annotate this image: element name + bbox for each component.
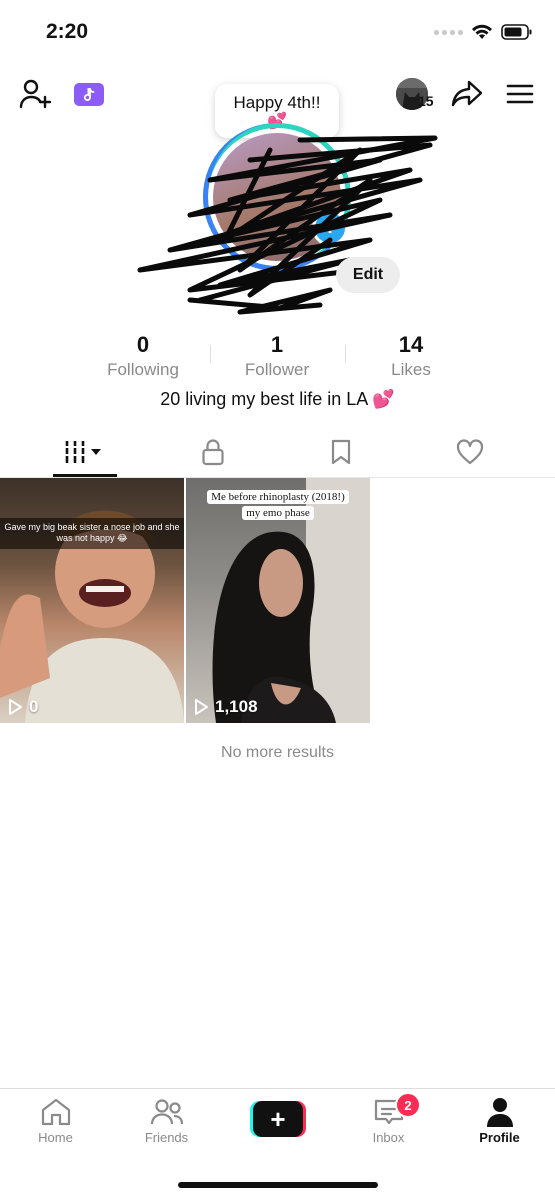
heart-icon — [456, 439, 484, 465]
following-label: Following — [107, 360, 179, 379]
video-caption: Gave my big beak sister a nose job and s… — [0, 518, 184, 549]
add-friend-button[interactable] — [18, 78, 52, 110]
bookmark-icon — [331, 439, 351, 465]
caption-line-2: my emo phase — [242, 506, 314, 520]
video-views: 0 — [6, 697, 38, 717]
redaction-scribble — [137, 135, 438, 315]
bio-emoji: 💕 — [372, 389, 395, 409]
note-text: Happy 4th!! — [233, 93, 321, 112]
nav-profile-label: Profile — [479, 1130, 520, 1145]
menu-button[interactable] — [503, 80, 537, 108]
wifi-icon — [472, 24, 492, 39]
tab-liked[interactable] — [401, 430, 539, 474]
nav-inbox-label: Inbox — [372, 1130, 405, 1145]
friends-icon — [150, 1099, 183, 1125]
followers-label: Follower — [244, 360, 310, 379]
play-icon — [9, 699, 22, 715]
inbox-badge: 2 — [395, 1092, 421, 1118]
create-button[interactable]: + — [250, 1101, 306, 1137]
status-time: 2:20 — [46, 20, 89, 43]
active-tab-indicator — [53, 474, 117, 477]
home-indicator — [178, 1182, 378, 1188]
creator-ticket-button[interactable] — [74, 83, 104, 106]
create-plus-icon: + — [253, 1101, 303, 1137]
nav-profile[interactable]: Profile — [444, 1097, 555, 1145]
profile-tabs — [0, 430, 555, 475]
video-views: 1,108 — [192, 697, 258, 717]
share-profile-button[interactable] — [450, 78, 484, 110]
video-caption: Me before rhinoplasty (2018!) my emo pha… — [196, 490, 360, 522]
profile-icon — [486, 1098, 513, 1127]
video-thumbnail[interactable]: Gave my big beak sister a nose job and s… — [0, 478, 184, 723]
stat-divider — [345, 345, 346, 363]
likes-count: 14 — [398, 332, 424, 357]
nav-friends-label: Friends — [144, 1130, 189, 1145]
videos-grid-icon — [65, 441, 101, 463]
stat-likes: 14 Likes — [351, 332, 471, 380]
likes-label: Likes — [391, 360, 431, 379]
share-arrow-icon — [451, 80, 483, 107]
followers-count: 1 — [270, 332, 284, 357]
view-count: 0 — [29, 697, 39, 716]
stat-divider — [210, 345, 211, 363]
thumbnail-image — [0, 510, 184, 723]
signal-icon — [434, 29, 463, 35]
nav-friends[interactable]: Friends — [111, 1097, 222, 1145]
edit-profile-button[interactable]: Edit — [336, 257, 400, 293]
following-count: 0 — [136, 332, 150, 357]
stat-following[interactable]: 0 Following — [83, 332, 203, 380]
nav-home[interactable]: Home — [0, 1097, 111, 1145]
add-user-icon — [19, 79, 51, 109]
battery-icon — [501, 24, 532, 40]
nav-divider — [0, 1088, 555, 1089]
stat-followers[interactable]: 1 Follower — [217, 332, 337, 380]
play-icon — [195, 699, 208, 715]
status-icons — [434, 24, 533, 40]
tab-saved[interactable] — [272, 430, 410, 474]
tab-videos[interactable] — [16, 430, 154, 474]
hamburger-menu-icon — [506, 84, 534, 104]
lock-icon — [202, 439, 224, 466]
caption-line-1: Me before rhinoplasty (2018!) — [207, 490, 349, 504]
nav-inbox[interactable]: Inbox — [333, 1097, 444, 1145]
no-more-results: No more results — [221, 744, 334, 761]
home-icon — [41, 1098, 70, 1126]
video-thumbnail[interactable]: Me before rhinoplasty (2018!) my emo pha… — [186, 478, 370, 723]
view-count: 1,108 — [215, 697, 258, 716]
tab-private[interactable] — [144, 430, 282, 474]
nav-home-label: Home — [38, 1130, 73, 1145]
music-note-icon — [83, 87, 95, 101]
bio-text: 20 living my best life in LA — [160, 389, 368, 409]
story-count: 15 — [418, 93, 434, 109]
bio[interactable]: 20 living my best life in LA 💕 — [0, 389, 555, 410]
